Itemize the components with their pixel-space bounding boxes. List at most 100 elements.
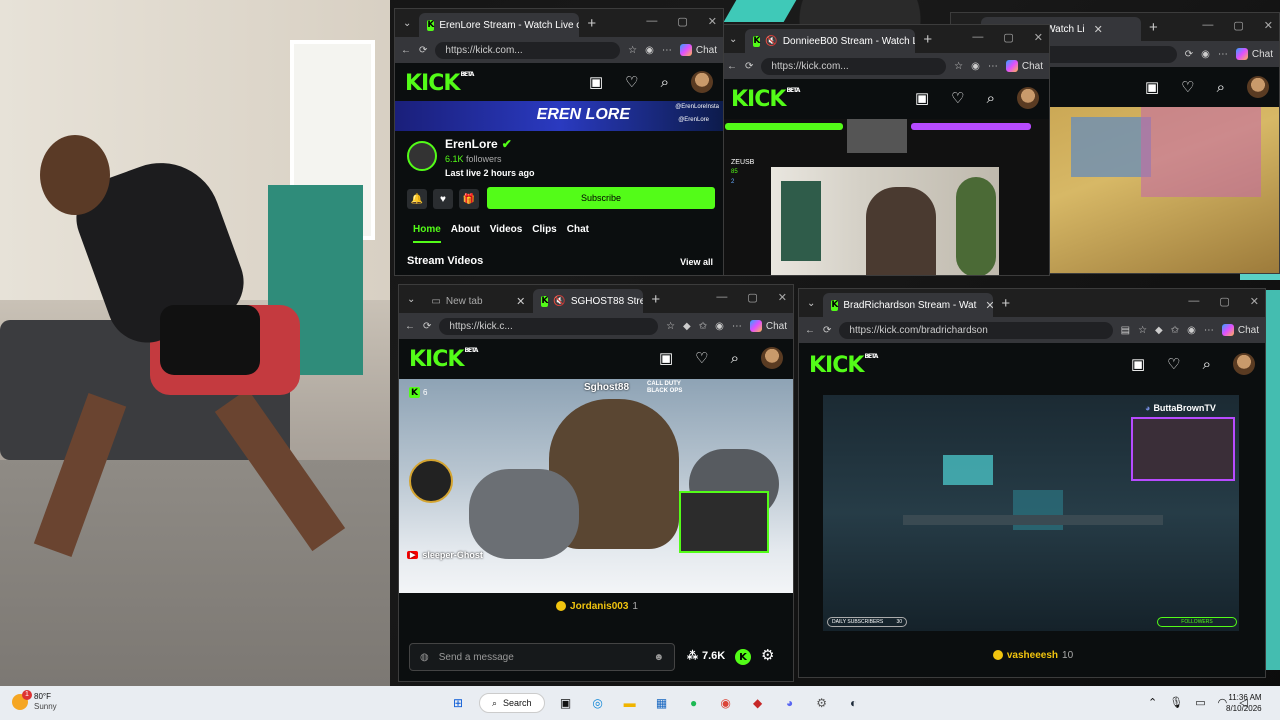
star-icon[interactable]: ☆ <box>666 321 675 332</box>
subscribe-button[interactable]: Subscribe <box>487 187 715 209</box>
copilot-chat-button[interactable]: Chat <box>1005 60 1043 72</box>
view-all-link[interactable]: View all <box>680 257 713 267</box>
maximize-icon[interactable]: ▢ <box>1219 295 1229 308</box>
avatar[interactable] <box>761 347 783 369</box>
gift-icon[interactable]: 🎁 <box>459 189 479 209</box>
tab-list-icon[interactable]: ⌄ <box>799 298 823 309</box>
back-icon[interactable]: ← <box>405 321 415 332</box>
clock[interactable]: 11:36 AM 8/10/2026 <box>1226 692 1262 714</box>
copilot-chat-button[interactable]: Chat <box>749 320 787 332</box>
store-icon[interactable]: ▦ <box>651 692 673 714</box>
display-icon[interactable]: ▭ <box>1195 696 1205 709</box>
address-bar[interactable]: https://kick.com... <box>761 57 947 75</box>
browser-window-4[interactable]: ⌄ ▭New tab✕ K🔇SGHOST88 Stre✕ + —▢✕ ← ⟳ h… <box>398 284 794 682</box>
edge-icon[interactable]: ◎ <box>587 692 609 714</box>
search-icon[interactable]: ⌕ <box>1217 79 1225 96</box>
profile-icon[interactable]: ◉ <box>645 45 654 56</box>
profile-icon[interactable]: ◉ <box>1187 325 1196 336</box>
emote-icon[interactable]: ☻ <box>653 652 664 663</box>
browse-icon[interactable]: ▣ <box>659 349 673 367</box>
tab-clips[interactable]: Clips <box>532 224 556 243</box>
refresh-icon[interactable]: ⟳ <box>745 61 753 72</box>
more-icon[interactable]: ⋯ <box>1204 325 1214 336</box>
follow-icon[interactable]: ♡ <box>625 73 638 91</box>
profile-icon[interactable]: ◉ <box>715 321 724 332</box>
close-window-icon[interactable]: ✕ <box>778 291 787 304</box>
search-icon[interactable]: ⌕ <box>987 90 995 107</box>
channel-avatar[interactable] <box>407 141 437 171</box>
spotify-icon[interactable]: ● <box>683 692 705 714</box>
refresh-icon[interactable]: ⟳ <box>419 45 427 56</box>
kick-logo[interactable]: KICKBETA <box>405 71 474 96</box>
stream-video-wolves[interactable]: K6 Sghost88 CALL DUTY BLACK OPS ▶ sleepe… <box>399 379 793 593</box>
search-icon[interactable]: ⌕ <box>1203 356 1211 373</box>
more-icon[interactable]: ⋯ <box>988 61 998 72</box>
avatar[interactable] <box>691 71 713 93</box>
maximize-icon[interactable]: ▢ <box>747 291 757 304</box>
more-icon[interactable]: ⋯ <box>732 321 742 332</box>
more-icon[interactable]: ⋯ <box>662 45 672 56</box>
address-bar[interactable]: https://kick.com... <box>435 41 621 59</box>
follow-icon[interactable]: ♡ <box>951 89 964 107</box>
start-icon[interactable]: ⊞ <box>447 692 469 714</box>
steam-icon[interactable]: ◐ <box>843 692 865 714</box>
mic-icon[interactable]: 🎙 <box>1169 696 1183 709</box>
kick-logo[interactable]: KICKBETA <box>409 347 478 372</box>
kick-logo[interactable]: KICKBETA <box>809 353 878 378</box>
new-tab-icon[interactable]: + <box>993 295 1018 312</box>
mute-icon[interactable]: 🔇 <box>553 296 565 307</box>
minimize-icon[interactable]: — <box>716 291 727 304</box>
maximize-icon[interactable]: ▢ <box>1233 19 1243 32</box>
back-icon[interactable]: ← <box>805 325 815 336</box>
close-tab-icon[interactable]: ✕ <box>985 299 993 312</box>
browser-window-5[interactable]: ⌄ KBradRichardson Stream - Wat✕ + —▢✕ ← … <box>798 288 1266 678</box>
tab-videos[interactable]: Videos <box>490 224 523 243</box>
chat-username[interactable]: vasheeesh <box>1007 650 1058 661</box>
settings-gear-icon[interactable]: ⚙ <box>761 646 774 664</box>
reading-icon[interactable]: ▤ <box>1121 325 1130 336</box>
maximize-icon[interactable]: ▢ <box>1003 31 1013 44</box>
notification-icon[interactable]: 🔔 <box>407 189 427 209</box>
back-icon[interactable]: ← <box>727 61 737 72</box>
close-window-icon[interactable]: ✕ <box>1034 31 1043 44</box>
close-window-icon[interactable]: ✕ <box>1264 19 1273 32</box>
copilot-chat-button[interactable]: Chat <box>1235 48 1273 60</box>
task-view-icon[interactable]: ▣ <box>555 692 577 714</box>
follow-icon[interactable]: ♡ <box>695 349 708 367</box>
follow-icon[interactable]: ♡ <box>1167 355 1180 373</box>
chat-username[interactable]: Jordanis003 <box>570 601 628 612</box>
maximize-icon[interactable]: ▢ <box>677 15 687 28</box>
copilot-chat-button[interactable]: Chat <box>1221 324 1259 336</box>
refresh-icon[interactable]: ⟳ <box>823 325 831 336</box>
extension-icon[interactable]: ◆ <box>1155 325 1163 336</box>
browse-icon[interactable]: ▣ <box>1145 78 1159 96</box>
weather-widget[interactable]: 1 80°F Sunny <box>12 690 57 712</box>
chat-badge-icon[interactable]: ◍ <box>420 652 429 663</box>
tab-list-icon[interactable]: ⌄ <box>399 294 423 305</box>
extension-icon[interactable]: ◆ <box>683 321 691 332</box>
avatar[interactable] <box>1233 353 1255 375</box>
profile-icon[interactable]: ◉ <box>971 61 980 72</box>
tab-chat[interactable]: Chat <box>567 224 589 243</box>
kick-logo[interactable]: KICKBETA <box>731 87 800 112</box>
discord-icon[interactable]: ◕ <box>779 692 801 714</box>
mute-icon[interactable]: 🔇 <box>765 36 777 47</box>
chevron-up-icon[interactable]: ⌃ <box>1148 696 1157 709</box>
close-window-icon[interactable]: ✕ <box>708 15 717 28</box>
message-input[interactable]: ◍ Send a message ☻ <box>409 643 675 671</box>
stream-video[interactable]: ZEUSB 85 2 <box>721 119 1049 275</box>
minimize-icon[interactable]: — <box>646 15 657 28</box>
kick-points-icon[interactable]: K <box>735 649 751 665</box>
star-icon[interactable]: ☆ <box>954 61 963 72</box>
avatar[interactable] <box>1247 76 1269 98</box>
search-icon[interactable]: ⌕ <box>731 350 739 367</box>
follow-heart-icon[interactable]: ♥ <box>433 189 453 209</box>
tab-list-icon[interactable]: ⌄ <box>395 18 419 29</box>
refresh-icon[interactable]: ⟳ <box>1185 49 1193 60</box>
avatar[interactable] <box>1017 87 1039 109</box>
favorites-icon[interactable]: ✩ <box>1171 325 1179 336</box>
new-tab-icon[interactable]: + <box>915 31 940 48</box>
tab-home[interactable]: Home <box>413 224 441 243</box>
search-button[interactable]: ⌕ Search <box>479 693 545 713</box>
new-tab-icon[interactable]: + <box>579 15 604 32</box>
